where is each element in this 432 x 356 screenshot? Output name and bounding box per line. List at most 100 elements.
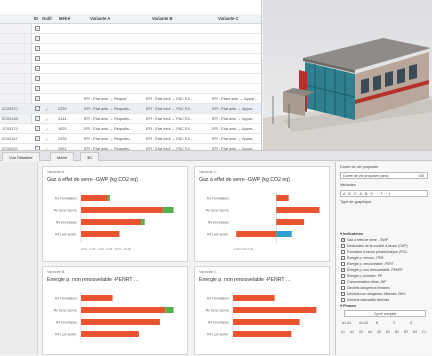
3d-viewport[interactable] <box>263 0 432 150</box>
phase-group-chip[interactable]: B <box>376 321 378 325</box>
table-row[interactable]: ✓ <box>0 44 261 54</box>
bar[interactable] <box>233 331 292 337</box>
row-checkbox[interactable]: ✓ <box>35 126 40 131</box>
column-header[interactable]: Métré <box>59 16 70 21</box>
bar[interactable] <box>276 219 305 225</box>
table-row[interactable]: ✓ <box>0 34 261 44</box>
cell-variante-c: EPI : État actu → Appar... <box>212 117 256 121</box>
indicator-label: Déchets radioactifs éliminés <box>347 297 390 302</box>
category-label: R4 Lots techn. <box>55 333 77 337</box>
bar[interactable] <box>276 231 292 237</box>
cell-variante-a: EPI : État actu → Requalis... <box>84 107 133 111</box>
bar[interactable] <box>141 219 145 225</box>
column-header[interactable]: Variante B <box>152 16 172 21</box>
bar[interactable] <box>236 231 277 237</box>
bar[interactable] <box>276 207 320 213</box>
phase-chip[interactable]: A1 <box>341 330 345 334</box>
table-row[interactable]: ZC00148 ✓ ✓ 3144 EPI : État actu → Requalis.… <box>0 114 261 124</box>
bar[interactable] <box>233 319 300 325</box>
row-quantity: 2376 <box>58 137 67 141</box>
bar[interactable] <box>81 207 163 213</box>
phase-chip[interactable]: A2 <box>350 330 354 334</box>
table-row[interactable]: ✓ <box>0 74 261 84</box>
row-checkbox[interactable]: ✓ <box>35 56 40 61</box>
bar[interactable] <box>107 195 110 201</box>
column-header[interactable]: ID <box>34 16 38 21</box>
cell-variante-c: EPI : État actu → Appar... <box>212 127 256 131</box>
phase-chip[interactable]: B4 <box>413 330 417 334</box>
bar[interactable] <box>81 195 108 201</box>
variants-selector[interactable]: A · B · C · A · B · C · · · T · · 1 <box>340 190 428 197</box>
table-row[interactable]: ZC00370 ✓ ✓ 2239 EPI : État actu → Requalis.… <box>0 104 261 114</box>
row-checkbox[interactable]: ✓ <box>35 26 40 31</box>
table-row[interactable]: ✓ EPI : Ètat actu → Requal... EPI : État n… <box>0 94 261 104</box>
bar[interactable] <box>81 331 139 337</box>
bar[interactable] <box>165 307 174 313</box>
column-header[interactable]: Outil <box>42 16 52 21</box>
column-header[interactable]: Variante C <box>218 16 238 21</box>
indicator-checkbox[interactable] <box>341 298 345 302</box>
table-row[interactable]: ✓ <box>0 64 261 74</box>
bar[interactable] <box>233 295 275 301</box>
table-row[interactable]: ZC00379 ✓ ✓ 1825 EPI : État actu → Requalis.… <box>0 124 261 134</box>
bar[interactable] <box>81 219 142 225</box>
row-checkbox[interactable]: ✓ <box>35 116 40 121</box>
bar[interactable] <box>81 295 113 301</box>
bar[interactable] <box>162 207 174 213</box>
indicator-checkbox[interactable] <box>341 292 345 296</box>
indicator-checkbox[interactable] <box>341 256 345 260</box>
phase-group-chip[interactable]: C <box>393 321 395 325</box>
indicator-checkbox[interactable]: ✓ <box>341 268 345 272</box>
row-checkbox[interactable]: ✓ <box>35 76 40 81</box>
row-checkbox[interactable]: ✓ <box>35 96 40 101</box>
row-checkbox[interactable]: ✓ <box>35 36 40 41</box>
bar[interactable] <box>233 307 317 313</box>
row-checkbox[interactable]: ✓ <box>35 106 40 111</box>
table-row[interactable]: ZC00167 ✓ ✓ 2376 EPI : État actu → Requalis.… <box>0 134 261 144</box>
cell-variante-b: EPI : État neuf → PAC EX... <box>146 127 194 131</box>
cell-variante-b: EPI : État neuf → PAC EX... <box>146 117 194 121</box>
bar[interactable] <box>81 231 120 237</box>
bar[interactable] <box>81 319 160 325</box>
tab-3d[interactable]: 3D <box>80 152 100 161</box>
category-label: R3 Enveloppe <box>208 321 229 325</box>
chart-type-label[interactable]: Type de graphique <box>340 200 371 204</box>
indicator-checkbox[interactable] <box>341 250 345 254</box>
phase-chip[interactable]: A4 <box>368 330 372 334</box>
duree-de-vie-field[interactable]: Durée de vie proposée (ans) 100 <box>340 172 428 179</box>
phase-chip[interactable]: B3 <box>404 330 408 334</box>
phase-group-chip[interactable]: A4-A5 <box>359 321 368 325</box>
tab-metre[interactable]: Métré <box>50 152 75 161</box>
table-row[interactable]: ✓ <box>0 54 261 64</box>
indicator-checkbox[interactable] <box>341 274 345 278</box>
indicator-checkbox[interactable] <box>341 280 345 284</box>
phase-chip[interactable]: A5 <box>377 330 381 334</box>
indicator-label: Gaz à effet de serre - GWP <box>347 237 389 242</box>
table-row[interactable]: ✓ <box>0 84 261 94</box>
phase-group-chip[interactable]: D <box>410 321 412 325</box>
row-checkbox[interactable]: ✓ <box>35 46 40 51</box>
phase-group-chip[interactable]: A1-A3 <box>342 321 351 325</box>
row-id: ZC00167 <box>2 137 18 141</box>
column-header[interactable]: Variante A <box>90 16 110 21</box>
bar[interactable] <box>276 195 289 201</box>
phase-chip[interactable]: A3 <box>359 330 363 334</box>
phase-chip[interactable]: B2 <box>395 330 399 334</box>
indicator-checkbox[interactable] <box>341 244 345 248</box>
cell-variante-c: EPI : État actu → Appar... <box>212 137 256 141</box>
bar[interactable] <box>81 307 166 313</box>
row-checkbox[interactable]: ✓ <box>35 136 40 141</box>
indicator-checkbox[interactable] <box>341 286 345 290</box>
indicator-checkbox[interactable]: ✓ <box>341 238 345 242</box>
phase-chip[interactable]: C1 <box>422 330 426 334</box>
cycle-complet-button[interactable]: Cycle complet <box>344 310 426 317</box>
indicator-checkbox[interactable] <box>341 262 345 266</box>
row-checkbox[interactable]: ✓ <box>35 86 40 91</box>
category-label: R4 Lots techn. <box>207 333 229 337</box>
table-row[interactable]: ✓ <box>0 24 261 34</box>
row-quantity: 1825 <box>58 127 67 131</box>
row-checkbox[interactable]: ✓ <box>35 66 40 71</box>
phase-chip[interactable]: B1 <box>386 330 390 334</box>
bar-chart: R1 Fondations R2 Gros œuvre R3 Enveloppe R4… <box>54 292 174 343</box>
tab-vue-detaillee[interactable]: Vue Détaillée <box>2 152 40 161</box>
